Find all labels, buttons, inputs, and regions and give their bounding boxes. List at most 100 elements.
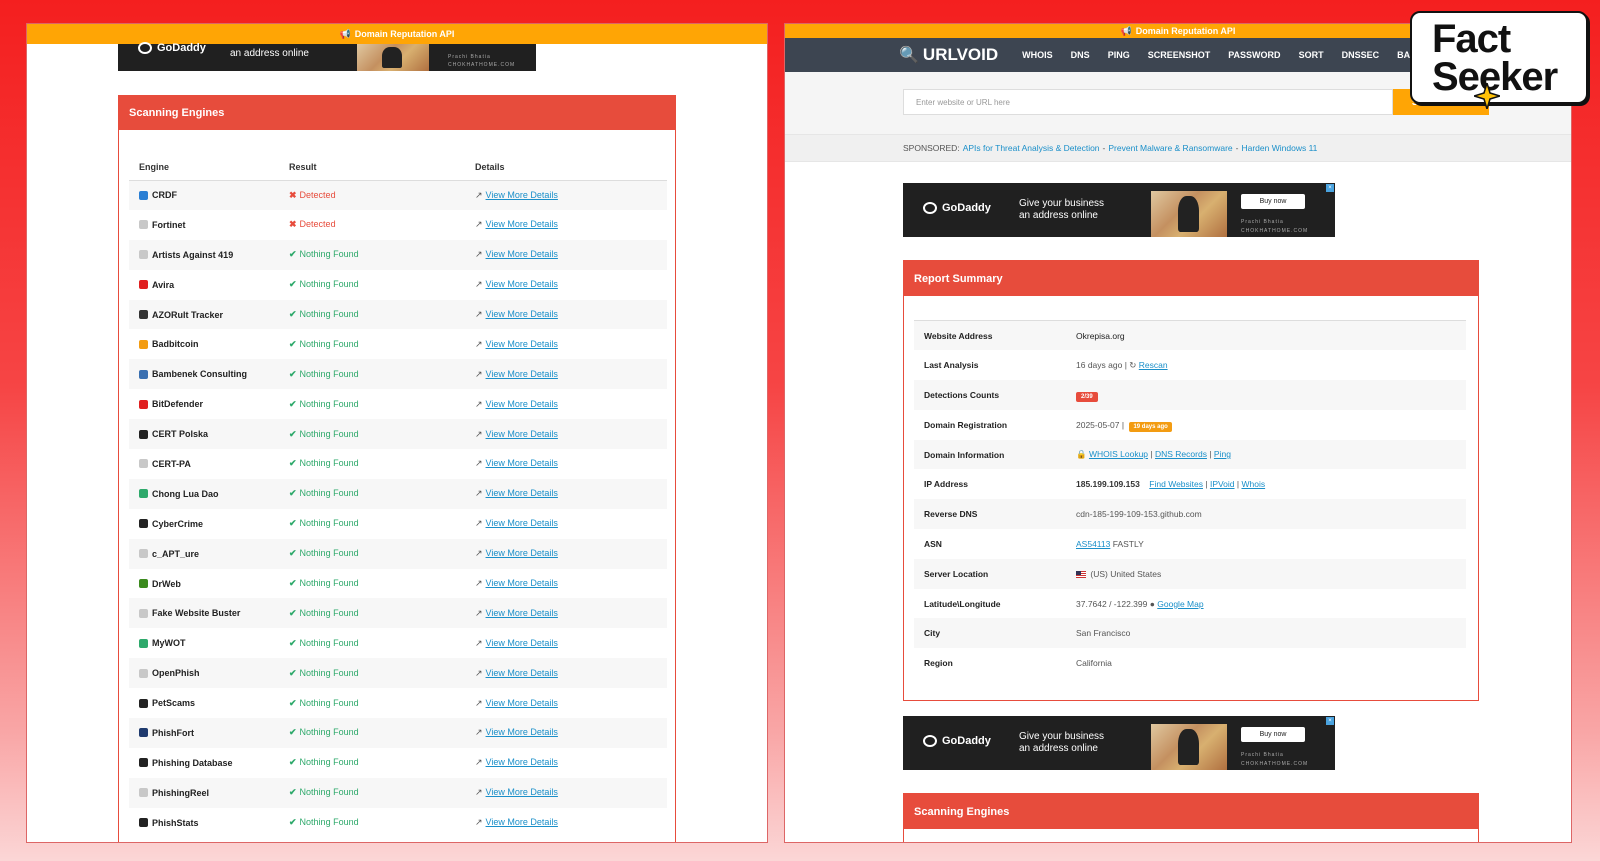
cross-icon: ✖ bbox=[289, 189, 297, 200]
row-domain-info: Domain Information 🔒 WHOIS Lookup | DNS … bbox=[914, 439, 1466, 470]
row-last-analysis: Last Analysis 16 days ago | ↻ Rescan bbox=[924, 359, 1168, 371]
sponsored-link-3[interactable]: Harden Windows 11 bbox=[1241, 143, 1317, 153]
external-link-icon: ↗ bbox=[475, 189, 483, 200]
view-more-details-link[interactable]: View More Details bbox=[486, 279, 558, 289]
external-link-icon: ↗ bbox=[475, 757, 483, 768]
godaddy-ring-icon bbox=[923, 202, 937, 214]
ipvoid-link[interactable]: IPVoid bbox=[1210, 479, 1235, 489]
check-icon: ✔ bbox=[289, 727, 297, 738]
external-link-icon: ↗ bbox=[475, 787, 483, 798]
result-status: Nothing Found bbox=[299, 488, 359, 499]
check-icon: ✔ bbox=[289, 817, 297, 828]
rescan-link[interactable]: Rescan bbox=[1139, 360, 1168, 370]
city-value: San Francisco bbox=[1066, 618, 1466, 649]
view-more-details-link[interactable]: View More Details bbox=[486, 488, 558, 498]
table-row: PhishingReel ✔ Nothing Found ↗ View More Det… bbox=[129, 777, 667, 808]
engine-name: AZORult Tracker bbox=[139, 310, 279, 320]
sponsored-link-2[interactable]: Prevent Malware & Ransomware bbox=[1108, 143, 1232, 153]
whois-lookup-link[interactable]: WHOIS Lookup bbox=[1089, 449, 1148, 459]
engine-logo-icon bbox=[139, 220, 148, 230]
external-link-icon: ↗ bbox=[475, 578, 483, 589]
nav-password[interactable]: PASSWORD bbox=[1228, 50, 1280, 60]
view-more-details-link[interactable]: View More Details bbox=[486, 608, 558, 618]
external-link-icon: ↗ bbox=[475, 637, 483, 648]
view-more-details-link[interactable]: View More Details bbox=[486, 249, 558, 259]
external-link-icon: ↗ bbox=[475, 488, 483, 499]
result-status: Nothing Found bbox=[299, 607, 359, 618]
view-more-details-link[interactable]: View More Details bbox=[486, 518, 558, 528]
view-more-details-link[interactable]: View More Details bbox=[486, 429, 558, 439]
view-more-details-link[interactable]: View More Details bbox=[486, 399, 558, 409]
godaddy-logo: GoDaddy bbox=[923, 735, 991, 747]
nav-ping[interactable]: PING bbox=[1108, 50, 1130, 60]
view-more-details-link[interactable]: View More Details bbox=[486, 458, 558, 468]
google-map-link[interactable]: Google Map bbox=[1157, 599, 1203, 609]
view-more-details-link[interactable]: View More Details bbox=[486, 369, 558, 379]
external-link-icon: ↗ bbox=[475, 219, 483, 230]
view-more-details-link[interactable]: View More Details bbox=[486, 727, 558, 737]
nav-dnssec[interactable]: DNSSEC bbox=[1342, 50, 1380, 60]
megaphone-icon: 📢 bbox=[339, 28, 351, 39]
nav-screenshot[interactable]: SCREENSHOT bbox=[1148, 50, 1211, 60]
result-status: Nothing Found bbox=[299, 368, 359, 379]
dns-records-link[interactable]: DNS Records bbox=[1155, 449, 1207, 459]
asn-link[interactable]: AS54113 bbox=[1076, 539, 1110, 549]
result-status: Nothing Found bbox=[299, 249, 359, 260]
promo-bar[interactable]: 📢 Domain Reputation API bbox=[27, 24, 767, 44]
table-row: MyWOT ✔ Nothing Found ↗ View More Details bbox=[129, 628, 667, 658]
ad-banner[interactable]: GoDaddy an address online Prachi Bhatia … bbox=[118, 42, 536, 71]
godaddy-ring-icon bbox=[923, 735, 937, 747]
ad-banner-top[interactable]: GoDaddy Give your business an address on… bbox=[903, 183, 1335, 237]
check-icon: ✔ bbox=[289, 398, 297, 409]
lat-long-value: 37.7642 / -122.399 bbox=[1076, 598, 1148, 609]
nav-whois[interactable]: WHOIS bbox=[1022, 50, 1053, 60]
col-details: Details bbox=[465, 154, 667, 181]
table-row: DrWeb ✔ Nothing Found ↗ View More Details bbox=[129, 569, 667, 599]
check-icon: ✔ bbox=[289, 637, 297, 648]
result-status: Nothing Found bbox=[299, 338, 359, 349]
nav-dns[interactable]: DNS bbox=[1071, 50, 1090, 60]
refresh-icon: ↻ bbox=[1129, 359, 1137, 370]
engine-logo-icon bbox=[139, 728, 148, 738]
ad-close-icon[interactable]: × bbox=[1326, 184, 1334, 192]
ad-tagline: an address online bbox=[230, 48, 309, 59]
view-more-details-link[interactable]: View More Details bbox=[486, 668, 558, 678]
view-more-details-link[interactable]: View More Details bbox=[486, 787, 558, 797]
engine-name: Fake Website Buster bbox=[139, 608, 279, 618]
lock-icon: 🔒 bbox=[1076, 449, 1087, 460]
external-link-icon: ↗ bbox=[475, 548, 483, 559]
whois-link[interactable]: Whois bbox=[1241, 479, 1265, 489]
row-detections: Detections Counts 2/39 bbox=[914, 380, 1466, 410]
view-more-details-link[interactable]: View More Details bbox=[486, 219, 558, 229]
view-more-details-link[interactable]: View More Details bbox=[486, 309, 558, 319]
view-more-details-link[interactable]: View More Details bbox=[486, 638, 558, 648]
ad-close-icon[interactable]: × bbox=[1326, 717, 1334, 725]
nav-sort[interactable]: SORT bbox=[1299, 50, 1324, 60]
ping-link[interactable]: Ping bbox=[1214, 449, 1231, 459]
view-more-details-link[interactable]: View More Details bbox=[486, 339, 558, 349]
table-row: Avira ✔ Nothing Found ↗ View More Details bbox=[129, 270, 667, 300]
row-asn: ASN AS54113 FASTLY bbox=[924, 538, 1144, 549]
sponsored-link-1[interactable]: APIs for Threat Analysis & Detection bbox=[963, 143, 1100, 153]
view-more-details-link[interactable]: View More Details bbox=[486, 578, 558, 588]
view-more-details-link[interactable]: View More Details bbox=[486, 190, 558, 200]
view-more-details-link[interactable]: View More Details bbox=[486, 817, 558, 827]
row-reverse-dns: Reverse DNS cdn-185-199-109-153.github.c… bbox=[914, 499, 1466, 530]
view-more-details-link[interactable]: View More Details bbox=[486, 698, 558, 708]
find-websites-link[interactable]: Find Websites bbox=[1149, 479, 1203, 489]
ad-banner-bottom[interactable]: GoDaddy Give your business an address on… bbox=[903, 716, 1335, 770]
view-more-details-link[interactable]: View More Details bbox=[486, 548, 558, 558]
ad-credit: Prachi Bhatia bbox=[448, 54, 491, 60]
urlvoid-logo[interactable]: 🔍 URLVOID bbox=[899, 45, 998, 65]
result-status: Nothing Found bbox=[299, 757, 359, 768]
engine-logo-icon bbox=[139, 190, 148, 200]
check-icon: ✔ bbox=[289, 488, 297, 499]
search-input[interactable]: Enter website or URL here bbox=[903, 89, 1393, 115]
megaphone-icon: 📢 bbox=[1120, 25, 1132, 36]
view-more-details-link[interactable]: View More Details bbox=[486, 757, 558, 767]
ad-buy-button[interactable]: Buy now bbox=[1241, 727, 1305, 742]
ad-photo bbox=[1151, 724, 1227, 770]
table-row: CERT Polska ✔ Nothing Found ↗ View More Deta… bbox=[129, 419, 667, 450]
ad-buy-button[interactable]: Buy now bbox=[1241, 194, 1305, 209]
engine-name: c_APT_ure bbox=[139, 549, 279, 559]
